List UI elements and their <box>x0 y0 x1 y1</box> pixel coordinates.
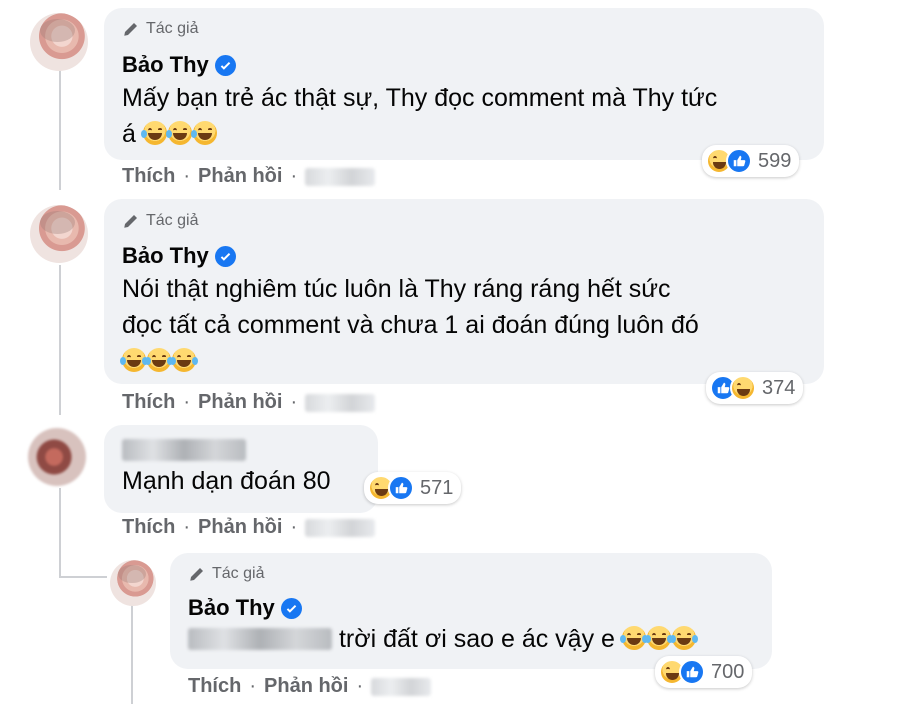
reaction-count: 599 <box>758 149 792 172</box>
comment-text-line2: đọc tất cả comment và chưa 1 ai đoán đún… <box>122 311 699 339</box>
comment-text: Nói thật nghiêm túc luôn là Thy ráng rán… <box>122 275 671 303</box>
separator: · <box>290 516 298 538</box>
comment-actions: Thích · Phản hồi · <box>122 516 376 539</box>
timestamp-blurred <box>305 518 376 537</box>
separator: · <box>183 391 191 413</box>
reply-actions: Thích · Phản hồi · <box>188 675 432 698</box>
reply-connector <box>59 576 107 578</box>
author-name[interactable]: Bảo Thy <box>122 52 209 78</box>
separator: · <box>183 516 191 538</box>
comment-text: Mấy bạn trẻ ác thật sự, Thy đọc comment … <box>122 84 718 112</box>
separator: · <box>183 165 191 187</box>
rofl-emoji-icon <box>140 121 167 145</box>
reaction-summary[interactable]: 700 <box>655 656 753 688</box>
reply-bubble: Tác giả Bảo Thy trời đất ơi sao e ác vậy… <box>170 553 772 669</box>
verified-badge-icon <box>280 597 302 619</box>
reply-button[interactable]: Phản hồi <box>198 516 282 539</box>
joy-emoji-icon <box>644 626 673 650</box>
avatar[interactable] <box>30 205 88 263</box>
comment-bubble: Tác giả Bảo Thy Mấy bạn trẻ ác thật sự, … <box>104 8 824 160</box>
haha-reaction-icon <box>730 375 756 401</box>
comment-actions: Thích · Phản hồi · <box>122 391 376 414</box>
like-reaction-icon <box>388 475 414 501</box>
comment-text: Mạnh dạn đoán 80 <box>122 467 331 495</box>
reaction-count: 700 <box>711 660 745 683</box>
reaction-count: 571 <box>420 476 454 499</box>
author-badge-label: Tác giả <box>146 20 199 37</box>
comment-bubble: Tác giả Bảo Thy Nói thật nghiêm túc luôn… <box>104 199 824 384</box>
comment-emoji-row <box>120 343 699 379</box>
thread-line <box>59 488 61 578</box>
like-button[interactable]: Thích <box>122 165 175 188</box>
reaction-count: 374 <box>762 376 796 399</box>
thread-line <box>131 605 133 704</box>
mentioned-user-blurred[interactable] <box>188 628 332 650</box>
joy-emoji-icon <box>619 626 648 650</box>
like-reaction-icon <box>679 659 705 685</box>
pen-icon <box>124 215 137 228</box>
reply-button[interactable]: Phản hồi <box>198 165 282 188</box>
author-badge: Tác giả <box>122 212 198 230</box>
pen-icon <box>190 568 203 581</box>
author-badge: Tác giả <box>122 20 198 38</box>
author-badge-label: Tác giả <box>146 212 199 229</box>
author-badge-label: Tác giả <box>212 565 265 582</box>
like-button[interactable]: Thích <box>122 516 175 539</box>
avatar[interactable] <box>28 428 86 486</box>
separator: · <box>249 675 257 697</box>
joy-emoji-icon <box>120 348 148 372</box>
separator: · <box>356 675 364 697</box>
timestamp-blurred <box>305 393 376 412</box>
verified-badge-icon <box>214 54 236 76</box>
verified-badge-icon <box>214 245 236 267</box>
joy-emoji-icon <box>170 348 198 372</box>
joy-emoji-icon <box>669 626 698 650</box>
reaction-summary[interactable]: 571 <box>364 472 462 504</box>
like-button[interactable]: Thích <box>188 675 241 698</box>
thread-line <box>59 265 61 415</box>
comment-actions: Thích · Phản hồi · <box>122 165 376 188</box>
separator: · <box>290 391 298 413</box>
avatar[interactable] <box>30 13 88 71</box>
reply-button[interactable]: Phản hồi <box>198 391 282 414</box>
author-name[interactable]: Bảo Thy <box>188 595 275 621</box>
separator: · <box>290 165 298 187</box>
author-name[interactable]: Bảo Thy <box>122 243 209 269</box>
comment-bubble: Mạnh dạn đoán 80 <box>104 425 378 513</box>
author-badge: Tác giả <box>188 565 264 583</box>
rofl-emoji-icon <box>165 121 192 145</box>
like-reaction-icon <box>726 148 752 174</box>
reaction-summary[interactable]: 374 <box>706 372 804 404</box>
timestamp-blurred <box>371 677 432 696</box>
reply-text-row: trời đất ơi sao e ác vậy e <box>188 621 698 657</box>
thread-line <box>59 70 61 190</box>
like-button[interactable]: Thích <box>122 391 175 414</box>
reply-text: trời đất ơi sao e ác vậy e <box>338 625 615 653</box>
avatar[interactable] <box>110 560 156 606</box>
timestamp-blurred <box>305 167 376 186</box>
rofl-emoji-icon <box>190 121 217 145</box>
author-name-blurred[interactable] <box>122 439 246 461</box>
pen-icon <box>124 23 137 36</box>
joy-emoji-icon <box>145 348 173 372</box>
comment-text-line2: á <box>122 116 717 152</box>
reaction-summary[interactable]: 599 <box>702 145 800 177</box>
reply-button[interactable]: Phản hồi <box>264 675 348 698</box>
